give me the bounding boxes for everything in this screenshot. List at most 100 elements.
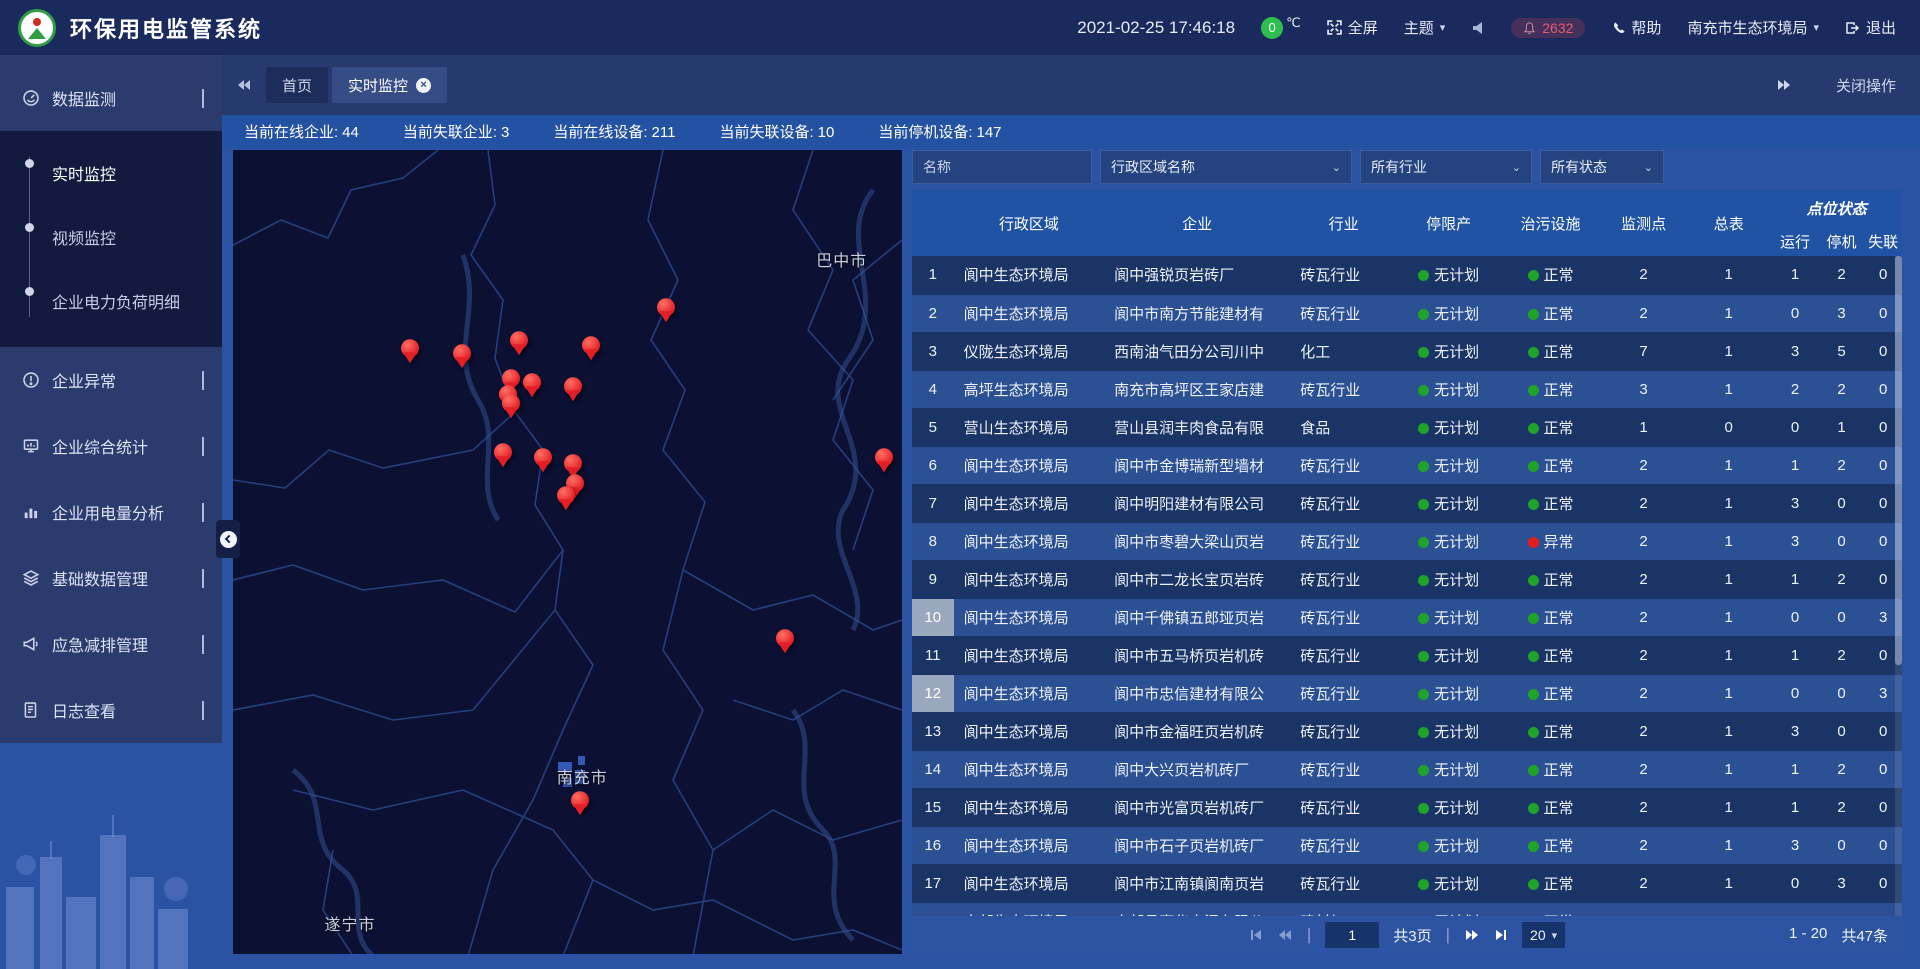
status-select[interactable]: 所有状态 ⌄	[1540, 150, 1664, 184]
company-cell[interactable]: 阆中千佛镇五郎垭页岩	[1104, 598, 1290, 636]
next-page-button[interactable]	[1464, 928, 1480, 942]
sidebar-collapse-button[interactable]	[216, 520, 240, 558]
company-cell[interactable]: 阆中市枣碧大梁山页岩	[1104, 522, 1290, 560]
company-cell[interactable]: 南部县嘉华水泥有限公	[1104, 902, 1290, 916]
previous-page-button[interactable]	[1277, 928, 1293, 942]
last-page-button[interactable]	[1494, 928, 1508, 942]
company-cell[interactable]: 西南油气田分公司川中	[1104, 332, 1290, 370]
row-index-cell: 18	[912, 902, 954, 916]
map-pin[interactable]	[510, 331, 528, 357]
table-row[interactable]: 6阆中生态环境局阆中市金博瑞新型墙材砖瓦行业无计划正常21120	[912, 446, 1902, 484]
industry-select[interactable]: 所有行业 ⌄	[1360, 150, 1532, 184]
theme-dropdown[interactable]: 主题 ▾	[1404, 17, 1446, 38]
company-cell[interactable]: 南充市高坪区王家店建	[1104, 370, 1290, 408]
meters-cell: 1	[1686, 826, 1771, 864]
company-cell[interactable]: 阆中市金博瑞新型墙材	[1104, 446, 1290, 484]
sidebar-item-enterprise-exception[interactable]: 企业异常	[0, 347, 222, 413]
map-pin[interactable]	[502, 394, 520, 420]
map-pin[interactable]	[557, 486, 575, 512]
next-page-icon	[1464, 928, 1480, 942]
map-pin[interactable]	[657, 298, 675, 324]
sidebar-item-log-view[interactable]: 日志查看	[0, 677, 222, 743]
table-row[interactable]: 18南部生态环境局南部县嘉华水泥有限公建材加工无计划正常60050	[912, 902, 1902, 916]
table-row[interactable]: 12阆中生态环境局阆中市忠信建材有限公砖瓦行业无计划正常21003	[912, 674, 1902, 712]
table-row[interactable]: 2阆中生态环境局阆中市南方节能建材有砖瓦行业无计划正常21030	[912, 294, 1902, 332]
help-button[interactable]: 帮助	[1611, 17, 1661, 38]
map-pin[interactable]	[875, 448, 893, 474]
map-pin[interactable]	[494, 444, 512, 470]
company-cell[interactable]: 阆中市南方节能建材有	[1104, 294, 1290, 332]
close-tab-icon[interactable]: ×	[416, 78, 431, 93]
table-row[interactable]: 16阆中生态环境局阆中市石子页岩机砖厂砖瓦行业无计划正常21300	[912, 826, 1902, 864]
company-cell[interactable]: 阆中市江南镇阆南页岩	[1104, 864, 1290, 902]
tab-home[interactable]: 首页	[266, 67, 328, 103]
halt-cell: 3	[1819, 864, 1865, 902]
stats-bar: 当前在线企业:44 当前失联企业:3 当前在线设备:211 当前失联设备:10 …	[222, 115, 1920, 148]
table-row[interactable]: 8阆中生态环境局阆中市枣碧大梁山页岩砖瓦行业无计划异常21300	[912, 522, 1902, 560]
table-row[interactable]: 14阆中生态环境局阆中大兴页岩机砖厂砖瓦行业无计划正常21120	[912, 750, 1902, 788]
chevron-left-icon	[202, 635, 204, 653]
table-row[interactable]: 3仪陇生态环境局西南油气田分公司川中化工无计划正常71350	[912, 332, 1902, 370]
notification-badge[interactable]: 2632	[1511, 18, 1585, 38]
logout-button[interactable]: 退出	[1845, 17, 1896, 38]
table-scrollbar[interactable]	[1895, 256, 1902, 916]
table-row[interactable]: 9阆中生态环境局阆中市二龙长宝页岩砖砖瓦行业无计划正常21120	[912, 560, 1902, 598]
first-page-button[interactable]	[1249, 928, 1263, 942]
company-cell[interactable]: 阆中市光富页岩机砖厂	[1104, 788, 1290, 826]
sidebar-item-power-load-detail[interactable]: 企业电力负荷明细	[0, 269, 222, 333]
tabs-scroll-left-button[interactable]	[236, 78, 252, 92]
table-row[interactable]: 13阆中生态环境局阆中市金福旺页岩机砖砖瓦行业无计划正常21300	[912, 712, 1902, 750]
table-row[interactable]: 15阆中生态环境局阆中市光富页岩机砖厂砖瓦行业无计划正常21120	[912, 788, 1902, 826]
fullscreen-button[interactable]: 全屏	[1327, 17, 1378, 38]
run-cell: 1	[1771, 636, 1819, 674]
points-cell: 2	[1601, 522, 1686, 560]
table-body-scroll[interactable]: 1阆中生态环境局阆中强锐页岩砖厂砖瓦行业无计划正常211202阆中生态环境局阆中…	[912, 256, 1902, 916]
map-pin[interactable]	[534, 448, 552, 474]
company-cell[interactable]: 阆中市二龙长宝页岩砖	[1104, 560, 1290, 598]
table-row[interactable]: 1阆中生态环境局阆中强锐页岩砖厂砖瓦行业无计划正常21120	[912, 256, 1902, 294]
map-pin[interactable]	[582, 336, 600, 362]
meters-cell: 1	[1686, 674, 1771, 712]
page-size-select[interactable]: 20 ▾	[1522, 922, 1565, 948]
company-cell[interactable]: 阆中市忠信建材有限公	[1104, 674, 1290, 712]
facility-status-cell: 正常	[1500, 370, 1601, 408]
close-operations-button[interactable]: 关闭操作	[1836, 75, 1896, 96]
tab-realtime-monitor[interactable]: 实时监控 ×	[332, 67, 447, 103]
map-canvas[interactable]: 巴中市南充市遂宁市	[233, 150, 902, 954]
company-cell[interactable]: 阆中大兴页岩机砖厂	[1104, 750, 1290, 788]
table-row[interactable]: 5营山生态环境局营山县润丰肉食品有限食品无计划正常10010	[912, 408, 1902, 446]
map-pin[interactable]	[571, 791, 589, 817]
halt-cell: 5	[1819, 902, 1865, 916]
map-pin[interactable]	[564, 378, 582, 404]
mute-button[interactable]	[1471, 21, 1485, 35]
table-row[interactable]: 10阆中生态环境局阆中千佛镇五郎垭页岩砖瓦行业无计划正常21003	[912, 598, 1902, 636]
page-number-input[interactable]	[1325, 922, 1379, 948]
sidebar-item-enterprise-statistics[interactable]: 企业综合统计	[0, 413, 222, 479]
sidebar-item-base-data[interactable]: 基础数据管理	[0, 545, 222, 611]
sidebar-item-power-analysis[interactable]: 企业用电量分析	[0, 479, 222, 545]
table-row[interactable]: 11阆中生态环境局阆中市五马桥页岩机砖砖瓦行业无计划正常21120	[912, 636, 1902, 674]
name-filter-input[interactable]	[912, 150, 1092, 184]
filter-bar: 行政区域名称 ⌄ 所有行业 ⌄ 所有状态 ⌄	[912, 150, 1902, 184]
sidebar-item-emergency-reduction[interactable]: 应急减排管理	[0, 611, 222, 677]
table-row[interactable]: 7阆中生态环境局阆中明阳建材有限公司砖瓦行业无计划正常21300	[912, 484, 1902, 522]
company-cell[interactable]: 阆中市石子页岩机砖厂	[1104, 826, 1290, 864]
table-row[interactable]: 17阆中生态环境局阆中市江南镇阆南页岩砖瓦行业无计划正常21030	[912, 864, 1902, 902]
sidebar-item-data-monitor[interactable]: 数据监测	[0, 65, 222, 131]
company-cell[interactable]: 营山县润丰肉食品有限	[1104, 408, 1290, 446]
map-pin[interactable]	[453, 344, 471, 370]
sidebar-item-video-monitor[interactable]: 视频监控	[0, 205, 222, 269]
halt-cell: 5	[1819, 332, 1865, 370]
company-cell[interactable]: 阆中市五马桥页岩机砖	[1104, 636, 1290, 674]
tabs-scroll-right-button[interactable]	[1776, 78, 1792, 92]
map-pin[interactable]	[401, 339, 419, 365]
company-cell[interactable]: 阆中强锐页岩砖厂	[1104, 256, 1290, 294]
table-row[interactable]: 4高坪生态环境局南充市高坪区王家店建砖瓦行业无计划正常31220	[912, 370, 1902, 408]
company-cell[interactable]: 阆中市金福旺页岩机砖	[1104, 712, 1290, 750]
region-select[interactable]: 行政区域名称 ⌄	[1100, 150, 1352, 184]
company-cell[interactable]: 阆中明阳建材有限公司	[1104, 484, 1290, 522]
organization-dropdown[interactable]: 南充市生态环境局 ▾	[1687, 17, 1819, 38]
map-pin[interactable]	[523, 374, 541, 400]
sidebar-item-realtime-monitor[interactable]: 实时监控	[0, 141, 222, 205]
map-pin[interactable]	[776, 629, 794, 655]
